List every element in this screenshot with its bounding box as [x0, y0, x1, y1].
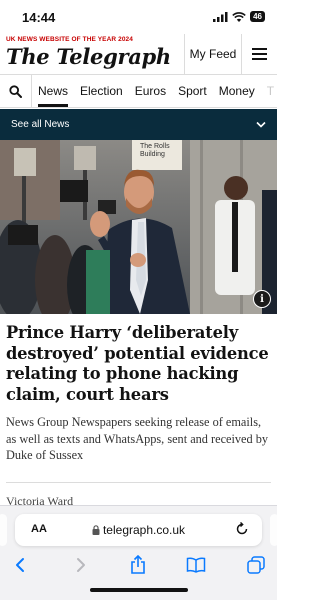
- see-all-news-label: See all News: [11, 119, 70, 130]
- url-text: telegraph.co.uk: [102, 523, 186, 537]
- safari-bottom-bar: AA telegraph.co.uk: [0, 505, 279, 600]
- tabs-icon[interactable]: [245, 554, 267, 576]
- masthead-tagline: UK NEWS WEBSITE OF THE YEAR 2024: [6, 36, 133, 43]
- telegraph-logo[interactable]: The Telegraph: [6, 44, 171, 69]
- my-feed-button[interactable]: My Feed: [184, 34, 242, 74]
- forward-icon[interactable]: [70, 554, 92, 576]
- building-sign-text: The Rolls Building: [140, 143, 170, 158]
- previous-tab-pill[interactable]: [0, 514, 7, 546]
- masthead: UK NEWS WEBSITE OF THE YEAR 2024 The Tel…: [0, 34, 277, 74]
- image-info-icon[interactable]: i: [253, 290, 271, 308]
- url-display[interactable]: telegraph.co.uk: [15, 523, 262, 537]
- article-hero-image[interactable]: The Rolls Building i: [0, 140, 277, 314]
- hamburger-menu-icon[interactable]: [242, 34, 277, 74]
- address-bar[interactable]: AA telegraph.co.uk: [15, 514, 262, 546]
- reload-icon[interactable]: [234, 521, 250, 537]
- hero-photo: [0, 140, 277, 314]
- divider: [6, 482, 271, 483]
- nav-item-truncated[interactable]: T: [261, 75, 277, 107]
- section-nav: News Election Euros Sport Money T: [0, 74, 277, 108]
- nav-item-news[interactable]: News: [32, 75, 74, 107]
- nav-item-election[interactable]: Election: [74, 75, 129, 107]
- browser-toolbar: [0, 550, 277, 580]
- status-time: 14:44: [22, 10, 56, 25]
- status-icons: 46: [213, 11, 265, 22]
- article-headline[interactable]: Prince Harry ‘deliberately destroyed’ po…: [6, 323, 274, 405]
- nav-item-money[interactable]: Money: [213, 75, 261, 107]
- nav-items: News Election Euros Sport Money T: [32, 75, 277, 107]
- battery-icon: 46: [250, 11, 265, 22]
- home-indicator: [90, 588, 188, 592]
- nav-item-euros[interactable]: Euros: [129, 75, 172, 107]
- lock-icon: [92, 525, 100, 535]
- next-tab-pill[interactable]: [270, 514, 279, 546]
- back-icon[interactable]: [9, 554, 31, 576]
- nav-item-sport[interactable]: Sport: [172, 75, 213, 107]
- status-bar: 14:44 46: [0, 0, 277, 34]
- share-icon[interactable]: [127, 554, 149, 576]
- article-standfirst: News Group Newspapers seeking release of…: [6, 415, 269, 462]
- wifi-icon: [232, 11, 246, 22]
- bookmarks-icon[interactable]: [185, 554, 207, 576]
- chevron-down-icon: [256, 121, 266, 128]
- signal-icon: [213, 11, 228, 22]
- search-icon[interactable]: [0, 75, 32, 107]
- see-all-news-bar[interactable]: See all News: [0, 109, 277, 140]
